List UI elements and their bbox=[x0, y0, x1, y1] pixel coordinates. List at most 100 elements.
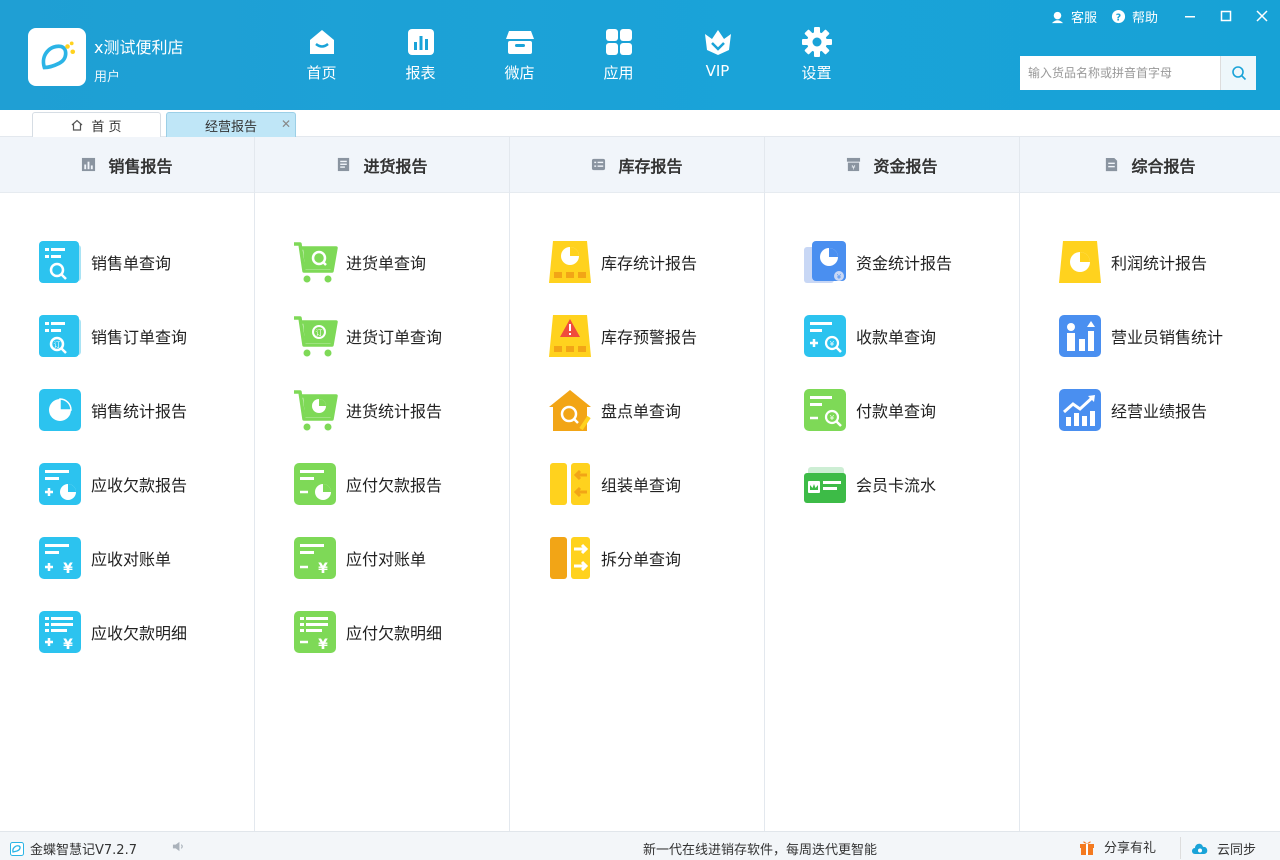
report-item[interactable]: 利润统计报告 bbox=[1020, 225, 1280, 299]
item-label: 库存预警报告 bbox=[601, 328, 698, 347]
nav-vip[interactable]: VIP bbox=[668, 26, 767, 86]
svg-text:订: 订 bbox=[54, 340, 61, 349]
fund-icon: ¥ bbox=[847, 157, 861, 172]
close-button[interactable] bbox=[1244, 0, 1280, 32]
report-item[interactable]: 销售统计报告 bbox=[0, 373, 254, 447]
column-header: 综合报告 bbox=[1020, 137, 1280, 193]
pie-chart-icon bbox=[39, 389, 81, 431]
maximize-button[interactable] bbox=[1208, 0, 1244, 32]
sound-toggle[interactable] bbox=[172, 840, 185, 857]
column-header: 库存报告 bbox=[510, 137, 764, 193]
store-name: x测试便利店 bbox=[94, 38, 184, 57]
tab-home[interactable]: 首 页 bbox=[32, 112, 161, 137]
search-input[interactable] bbox=[1020, 56, 1220, 90]
report-item[interactable]: 订 进货订单查询 bbox=[255, 299, 509, 373]
column-sales: 销售报告 销售单查询 订 销售订单查询 销售统计报告 应收欠款报告 ¥ 应收对账… bbox=[0, 137, 255, 831]
version-info: 金蝶智慧记V7.2.7 bbox=[10, 839, 137, 858]
report-item[interactable]: ¥ 收款单查询 bbox=[765, 299, 1019, 373]
stock-list-icon bbox=[592, 158, 606, 171]
svg-text:¥: ¥ bbox=[830, 340, 835, 348]
nav-shop-label: 微店 bbox=[504, 64, 535, 82]
report-item[interactable]: 应收欠款报告 bbox=[0, 447, 254, 521]
report-item[interactable]: 库存统计报告 bbox=[510, 225, 764, 299]
report-item[interactable]: ¥ 应收对账单 bbox=[0, 521, 254, 595]
report-item[interactable]: 会员卡流水 bbox=[765, 447, 1019, 521]
search-button[interactable] bbox=[1220, 56, 1256, 90]
report-item[interactable]: 盘点单查询 bbox=[510, 373, 764, 447]
column-title: 销售报告 bbox=[108, 156, 173, 176]
list-doc-icon bbox=[338, 157, 350, 172]
report-item[interactable]: ¥ 应付对账单 bbox=[255, 521, 509, 595]
item-label: 应付欠款报告 bbox=[346, 476, 443, 495]
nav-report[interactable]: 报表 bbox=[371, 26, 470, 86]
column-header: ¥ 资金报告 bbox=[765, 137, 1019, 193]
report-item[interactable]: ¥ 资金统计报告 bbox=[765, 225, 1019, 299]
close-icon bbox=[1256, 10, 1268, 22]
report-item[interactable]: 组装单查询 bbox=[510, 447, 764, 521]
help-link[interactable]: ? 帮助 bbox=[1111, 7, 1158, 26]
svg-text:¥: ¥ bbox=[837, 273, 842, 281]
report-item[interactable]: 拆分单查询 bbox=[510, 521, 764, 595]
user-role: 用户 bbox=[94, 70, 121, 85]
tab-business-report[interactable]: 经营报告 ✕ bbox=[166, 112, 296, 137]
item-label: 销售订单查询 bbox=[91, 328, 188, 347]
svg-text:¥: ¥ bbox=[63, 637, 73, 653]
item-label: 组装单查询 bbox=[601, 476, 682, 495]
cloud-sync-button[interactable]: 云同步 bbox=[1180, 837, 1256, 859]
item-label: 会员卡流水 bbox=[856, 476, 937, 495]
nav-settings[interactable]: 设置 bbox=[767, 26, 866, 86]
item-label: 进货统计报告 bbox=[346, 402, 443, 421]
version-label: 金蝶智慧记V7.2.7 bbox=[30, 843, 137, 858]
nav-shop[interactable]: 微店 bbox=[470, 26, 569, 86]
receipt-query-icon: ¥ bbox=[804, 315, 846, 357]
help-label: 帮助 bbox=[1131, 10, 1158, 26]
svg-text:订: 订 bbox=[316, 328, 323, 337]
report-item[interactable]: 销售单查询 bbox=[0, 225, 254, 299]
payment-query-icon: ¥ bbox=[804, 389, 846, 431]
item-label: 营业员销售统计 bbox=[1111, 328, 1224, 347]
nav-home[interactable]: 首页 bbox=[272, 26, 371, 86]
item-label: 库存统计报告 bbox=[601, 254, 698, 273]
share-gift-button[interactable]: 分享有礼 bbox=[1078, 837, 1156, 856]
report-item[interactable]: 订 销售订单查询 bbox=[0, 299, 254, 373]
document-icon bbox=[1106, 157, 1118, 172]
app-mini-logo-icon bbox=[10, 841, 24, 856]
report-item[interactable]: ¥ 付款单查询 bbox=[765, 373, 1019, 447]
sales-order-query-icon bbox=[39, 241, 81, 283]
nav-apps[interactable]: 应用 bbox=[569, 26, 668, 86]
warehouse-check-icon bbox=[549, 390, 591, 431]
tab-bar: 首 页 经营报告 ✕ bbox=[0, 110, 1280, 137]
report-item[interactable]: 进货单查询 bbox=[255, 225, 509, 299]
item-label: 销售统计报告 bbox=[91, 402, 188, 421]
performance-trend-icon bbox=[1059, 389, 1101, 431]
customer-service-label: 客服 bbox=[1070, 10, 1097, 26]
butterfly-logo-icon bbox=[41, 41, 76, 70]
column-title: 综合报告 bbox=[1131, 156, 1196, 176]
item-label: 进货订单查询 bbox=[346, 328, 443, 347]
receivable-statement-icon: ¥ bbox=[39, 537, 81, 579]
item-label: 收款单查询 bbox=[856, 328, 937, 347]
report-item[interactable]: 营业员销售统计 bbox=[1020, 299, 1280, 373]
customer-service-link[interactable]: 客服 bbox=[1050, 7, 1097, 26]
report-icon bbox=[407, 29, 434, 55]
nav-vip-label: VIP bbox=[705, 62, 730, 80]
report-item[interactable]: ¥ 应收欠款明细 bbox=[0, 595, 254, 669]
report-item[interactable]: ¥ 应付欠款明细 bbox=[255, 595, 509, 669]
sync-label: 云同步 bbox=[1217, 842, 1257, 858]
headset-icon bbox=[1051, 11, 1064, 23]
report-columns: 销售报告 销售单查询 订 销售订单查询 销售统计报告 应收欠款报告 ¥ 应收对账… bbox=[0, 137, 1280, 831]
receivable-report-icon bbox=[39, 463, 81, 505]
home-outline-icon bbox=[72, 119, 83, 131]
nav-apps-label: 应用 bbox=[603, 64, 634, 82]
item-label: 应付对账单 bbox=[346, 550, 427, 569]
speaker-icon bbox=[172, 841, 183, 852]
cart-pie-icon bbox=[294, 390, 338, 431]
report-item[interactable]: 经营业绩报告 bbox=[1020, 373, 1280, 447]
report-item[interactable]: 应付欠款报告 bbox=[255, 447, 509, 521]
minimize-button[interactable] bbox=[1172, 0, 1208, 32]
svg-text:¥: ¥ bbox=[852, 164, 856, 172]
report-item[interactable]: 库存预警报告 bbox=[510, 299, 764, 373]
tab-close-icon[interactable]: ✕ bbox=[281, 117, 291, 131]
member-card-icon bbox=[804, 467, 846, 503]
report-item[interactable]: 进货统计报告 bbox=[255, 373, 509, 447]
